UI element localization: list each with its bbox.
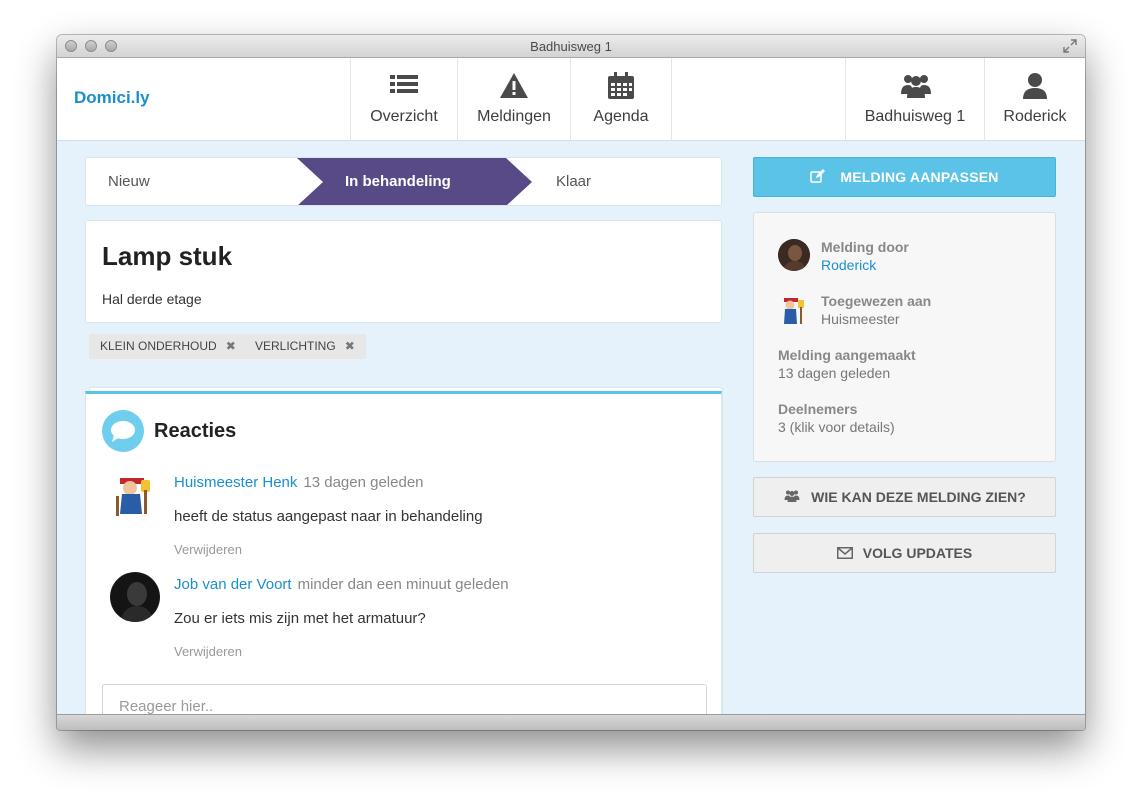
assigned-to-value: Huismeester	[821, 311, 900, 327]
created-label: Melding aangemaakt	[778, 347, 916, 363]
speech-bubble-icon	[102, 410, 144, 452]
tag-klein-onderhoud: KLEIN ONDERHOUD ✖	[89, 334, 247, 359]
assigned-to-label: Toegewezen aan	[821, 293, 932, 309]
issue-info-panel: Melding door Roderick Toegewezen aan Hui…	[753, 212, 1056, 462]
nav-label: Overzicht	[370, 108, 438, 125]
tag-label: VERLICHTING	[255, 339, 336, 353]
tag-verlichting: VERLICHTING ✖	[244, 334, 366, 359]
reported-by-label: Melding door	[821, 239, 909, 255]
comment-author-link[interactable]: Huismeester Henk	[174, 474, 297, 491]
remove-tag-icon[interactable]: ✖	[226, 339, 236, 353]
issue-card: Lamp stuk Hal derde etage	[85, 220, 722, 323]
edit-issue-button[interactable]: MELDING AANPASSEN	[753, 157, 1056, 197]
window-title: Badhuisweg 1	[530, 39, 612, 54]
avatar	[778, 239, 810, 271]
reported-by-link[interactable]: Roderick	[821, 257, 909, 273]
comment-text: heeft de status aangepast naar in behand…	[174, 508, 483, 525]
issue-title: Lamp stuk	[102, 241, 233, 271]
warning-icon	[499, 72, 529, 100]
avatar	[778, 294, 810, 326]
assigned-to: Toegewezen aan Huismeester	[821, 293, 931, 327]
follow-updates-label: VOLG UPDATES	[862, 545, 973, 561]
zoom-window-button[interactable]	[105, 40, 117, 52]
status-steps: Nieuw In behandeling Klaar	[85, 157, 722, 206]
edit-icon	[810, 159, 826, 197]
nav-label: Meldingen	[477, 108, 551, 125]
reported-by: Melding door Roderick	[821, 239, 909, 273]
top-navbar: Domici.ly Overzicht Meldingen Agenda Bad…	[57, 58, 1085, 141]
comment-header: Job van der Voort minder dan een minuut g…	[174, 576, 509, 593]
created-value: 13 dagen geleden	[778, 365, 891, 381]
nav-item-overzicht[interactable]: Overzicht	[350, 58, 457, 141]
avatar	[110, 470, 160, 520]
fullscreen-icon[interactable]	[1063, 39, 1077, 53]
comment-header: Huismeester Henk 13 dagen geleden	[174, 474, 424, 491]
created-info: Melding aangemaakt 13 dagen geleden	[778, 347, 916, 381]
nav-label: Agenda	[593, 108, 649, 125]
nav-item-meldingen[interactable]: Meldingen	[457, 58, 570, 141]
delete-comment-link[interactable]: Verwijderen	[174, 542, 242, 557]
nav-item-roderick[interactable]: Roderick	[984, 58, 1085, 141]
participants-value[interactable]: 3 (klik voor details)	[778, 419, 895, 435]
follow-updates-button[interactable]: VOLG UPDATES	[753, 533, 1056, 573]
step-klaar[interactable]: Klaar	[556, 158, 591, 205]
step-nieuw[interactable]: Nieuw	[108, 158, 150, 205]
group-icon	[900, 72, 931, 100]
close-window-button[interactable]	[65, 40, 77, 52]
participants-label: Deelnemers	[778, 401, 858, 417]
tag-label: KLEIN ONDERHOUD	[100, 339, 217, 353]
edit-issue-label: MELDING AANPASSEN	[840, 169, 999, 185]
envelope-icon	[836, 535, 853, 573]
comment-time: 13 dagen geleden	[303, 474, 424, 491]
nav-label: Badhuisweg 1	[864, 108, 966, 125]
remove-tag-icon[interactable]: ✖	[345, 339, 355, 353]
participants-info[interactable]: Deelnemers 3 (klik voor details)	[778, 401, 895, 435]
nav-label: Roderick	[1003, 108, 1067, 125]
minimize-window-button[interactable]	[85, 40, 97, 52]
list-icon	[389, 72, 419, 100]
app-window: Badhuisweg 1 Domici.ly Overzicht Melding…	[57, 35, 1085, 730]
brand-logo[interactable]: Domici.ly	[74, 88, 150, 108]
step-in-behandeling[interactable]: In behandeling	[345, 158, 451, 205]
comment-text: Zou er iets mis zijn met het armatuur?	[174, 610, 426, 627]
issue-location: Hal derde etage	[102, 291, 202, 307]
user-icon	[1020, 72, 1050, 100]
comment-author-link[interactable]: Job van der Voort	[174, 576, 292, 593]
comment-time: minder dan een minuut geleden	[297, 576, 509, 593]
reactions-panel: Reacties Huismeester Henk 13 dagen gelede…	[85, 387, 725, 730]
nav-item-badhuisweg[interactable]: Badhuisweg 1	[845, 58, 984, 141]
window-titlebar: Badhuisweg 1	[57, 35, 1085, 58]
window-bottom-bar	[57, 714, 1085, 730]
delete-comment-link[interactable]: Verwijderen	[174, 644, 242, 659]
reactions-card: Reacties Huismeester Henk 13 dagen gelede…	[85, 391, 722, 730]
reactions-title: Reacties	[154, 420, 237, 442]
visibility-label: WIE KAN DEZE MELDING ZIEN?	[811, 489, 1026, 505]
group-icon	[783, 479, 801, 517]
calendar-icon	[606, 72, 636, 100]
nav-item-agenda[interactable]: Agenda	[570, 58, 672, 141]
avatar	[110, 572, 160, 622]
visibility-button[interactable]: WIE KAN DEZE MELDING ZIEN?	[753, 477, 1056, 517]
